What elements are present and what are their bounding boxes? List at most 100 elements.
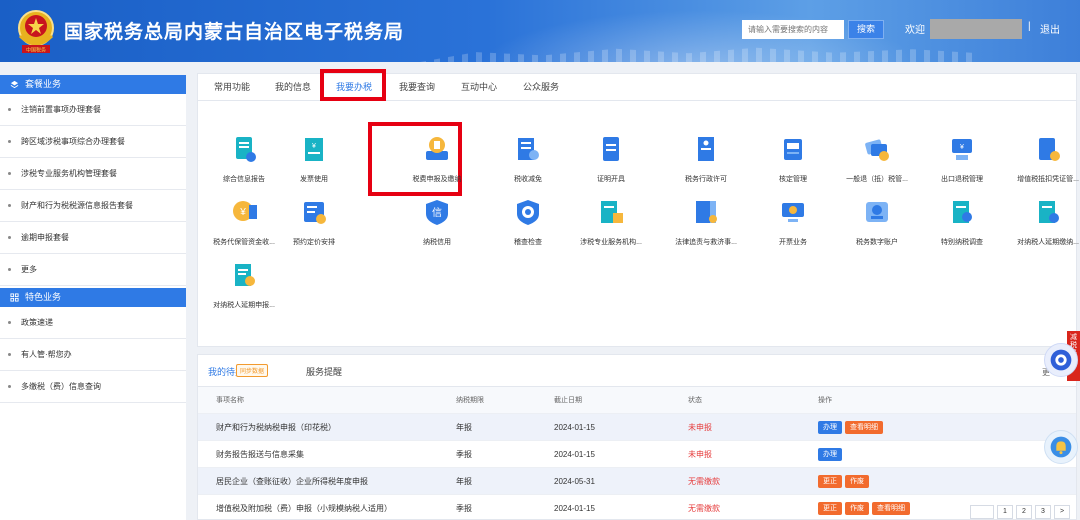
row-action-button[interactable]: 办理 bbox=[818, 421, 842, 435]
sidebar-item-more[interactable]: 更多 bbox=[0, 254, 186, 286]
sidebar-item[interactable]: 注销前置事项办理套餐 bbox=[0, 94, 186, 126]
sidebar-item[interactable]: 财产和行为税税源信息报告套餐 bbox=[0, 190, 186, 222]
row-action-button[interactable]: 更正 bbox=[818, 475, 842, 489]
sidebar-item[interactable]: 政策速递 bbox=[0, 307, 186, 339]
svg-text:¥: ¥ bbox=[312, 143, 316, 150]
sidebar-item-label: 跨区域涉税事项综合办理套餐 bbox=[21, 137, 125, 146]
service-item[interactable]: ¥ 税务代保管资金收... bbox=[204, 197, 284, 247]
todo-period: 季报 bbox=[456, 504, 472, 513]
sidebar-item-label: 逾期申报套餐 bbox=[21, 233, 69, 242]
service-label: 税务代保管资金收... bbox=[213, 239, 275, 246]
service-label: 对纳税人延期缴纳... bbox=[1017, 239, 1079, 246]
logout-separator: | bbox=[1028, 21, 1031, 32]
todo-table-body: 财产和行为税纳税申报（印花税） 年报 2024-01-15 未申报 办理 查看明细 财务报告… bbox=[198, 414, 1076, 520]
todo-actions: 办理 查看明细 bbox=[818, 414, 886, 441]
service-item[interactable]: 综合信息报告 bbox=[204, 134, 284, 184]
special-investigation-icon bbox=[953, 201, 972, 223]
chatbot-icon[interactable] bbox=[1044, 343, 1078, 377]
todo-status: 未申报 bbox=[688, 450, 712, 459]
sidebar-item-label: 注销前置事项办理套餐 bbox=[21, 105, 101, 114]
sidebar-item-label: 涉税专业服务机构管理套餐 bbox=[21, 169, 117, 178]
column-header: 纳税期限 bbox=[456, 397, 484, 404]
sidebar-item[interactable]: 逾期申报套餐 bbox=[0, 222, 186, 254]
service-item[interactable]: 涉税专业服务机构... bbox=[571, 197, 651, 247]
service-item[interactable]: 税务数字账户 bbox=[837, 197, 917, 247]
service-item[interactable]: 税费申报及缴纳 bbox=[397, 134, 477, 184]
service-item[interactable]: 税收减免 bbox=[488, 134, 568, 184]
service-item[interactable]: 对纳税人延期缴纳... bbox=[1008, 197, 1080, 247]
row-action-button[interactable]: 作废 bbox=[845, 475, 869, 489]
service-label: 特别纳税调查 bbox=[941, 239, 983, 246]
service-item[interactable]: 核定管理 bbox=[753, 134, 833, 184]
service-item[interactable]: 开票业务 bbox=[753, 197, 833, 247]
service-item[interactable]: 一般退（抵）税管... bbox=[837, 134, 917, 184]
row-action-button[interactable]: 作废 bbox=[845, 502, 869, 516]
service-item[interactable]: ¥ 发票使用 bbox=[274, 134, 354, 184]
tab-highlight-box bbox=[320, 69, 386, 101]
top-header: 中国税务 国家税务总局内蒙古自治区电子税务局 搜索 欢迎 | 退出 bbox=[0, 0, 1080, 62]
tab-my-info[interactable]: 我的信息 bbox=[275, 74, 311, 101]
todo-table-header: 事项名称 纳税期限 截止日期 状态 操作 bbox=[198, 387, 1076, 414]
bullet-icon bbox=[8, 108, 11, 111]
service-item[interactable]: 信纳税信用 bbox=[397, 197, 477, 247]
svg-text:信: 信 bbox=[432, 207, 442, 219]
pagination: 1 2 3 > bbox=[970, 505, 1070, 519]
service-label: 证明开具 bbox=[597, 176, 625, 183]
service-label: 出口退税管理 bbox=[941, 176, 983, 183]
sidebar-item[interactable]: 有人管·帮您办 bbox=[0, 339, 186, 371]
next-page-button[interactable]: > bbox=[1054, 505, 1070, 519]
todo-row: 增值税及附加税（费）申报（小规模纳税人适用） 季报 2024-01-15 无需缴款 更正… bbox=[198, 495, 1076, 520]
logout-link[interactable]: 退出 bbox=[1040, 21, 1060, 36]
todo-status: 未申报 bbox=[688, 423, 712, 432]
service-label: 增值税抵扣凭证管... bbox=[1017, 176, 1079, 183]
sidebar-section-packages: 套餐业务 bbox=[0, 75, 186, 94]
search-input[interactable] bbox=[742, 20, 844, 39]
tab-common[interactable]: 常用功能 bbox=[214, 74, 250, 101]
service-label: 涉税专业服务机构... bbox=[580, 239, 642, 246]
todo-status: 无需缴款 bbox=[688, 504, 720, 513]
row-action-button[interactable]: 更正 bbox=[818, 502, 842, 516]
service-item[interactable]: 法律追责与救济事... bbox=[666, 197, 746, 247]
page-button[interactable]: 1 bbox=[997, 505, 1013, 519]
vat-deduct-icon bbox=[1039, 138, 1060, 161]
service-item[interactable]: 增值税抵扣凭证管... bbox=[1008, 134, 1080, 184]
service-item[interactable]: 证明开具 bbox=[571, 134, 651, 184]
row-action-button[interactable]: 查看明细 bbox=[872, 502, 910, 516]
row-action-button[interactable]: 办理 bbox=[818, 448, 842, 462]
service-item[interactable]: ¥ 出口退税管理 bbox=[922, 134, 1002, 184]
grid-icon bbox=[10, 293, 19, 302]
search-button[interactable]: 搜索 bbox=[848, 20, 884, 39]
pricing-icon bbox=[304, 202, 326, 224]
bullet-icon bbox=[8, 204, 11, 207]
service-label: 税务数字账户 bbox=[856, 239, 898, 246]
page-button[interactable]: 2 bbox=[1016, 505, 1032, 519]
tab-query[interactable]: 我要查询 bbox=[399, 74, 435, 101]
sidebar-item[interactable]: 跨区域涉税事项综合办理套餐 bbox=[0, 126, 186, 158]
service-item[interactable]: 对纳税人延期申报... bbox=[204, 260, 284, 310]
sidebar-item[interactable]: 涉税专业服务机构管理套餐 bbox=[0, 158, 186, 190]
site-title: 国家税务总局内蒙古自治区电子税务局 bbox=[64, 22, 405, 43]
sidebar: 套餐业务 注销前置事项办理套餐 跨区域涉税事项综合办理套餐 涉税专业服务机构管理… bbox=[0, 75, 186, 520]
service-item[interactable]: 税务行政许可 bbox=[666, 134, 746, 184]
page-button[interactable]: 3 bbox=[1035, 505, 1051, 519]
digital-account-icon bbox=[866, 202, 888, 222]
row-action-button[interactable]: 查看明细 bbox=[845, 421, 883, 435]
service-item[interactable]: 特别纳税调查 bbox=[922, 197, 1002, 247]
tab-interaction[interactable]: 互动中心 bbox=[461, 74, 497, 101]
svg-text:¥: ¥ bbox=[960, 144, 964, 151]
bullet-icon bbox=[8, 236, 11, 239]
service-item[interactable]: 稽查检查 bbox=[488, 197, 568, 247]
tab-public-service[interactable]: 公众服务 bbox=[523, 74, 559, 101]
sync-data-badge[interactable]: 同步数据 bbox=[236, 364, 269, 377]
sidebar-item-label: 更多 bbox=[21, 265, 37, 274]
sidebar-item-label: 有人管·帮您办 bbox=[21, 350, 72, 359]
invoicing-icon bbox=[782, 203, 804, 222]
todo-name: 财务报告报送与信息采集 bbox=[216, 450, 304, 459]
notification-bell-icon[interactable] bbox=[1044, 430, 1078, 464]
agency-icon bbox=[601, 201, 623, 223]
tab-service-reminder[interactable]: 服务提醒 bbox=[306, 365, 342, 378]
sidebar-item[interactable]: 多缴税（费）信息查询 bbox=[0, 371, 186, 403]
page-jump-input[interactable] bbox=[970, 505, 994, 519]
svg-text:¥: ¥ bbox=[239, 207, 246, 218]
service-item[interactable]: 预约定价安排 bbox=[274, 197, 354, 247]
